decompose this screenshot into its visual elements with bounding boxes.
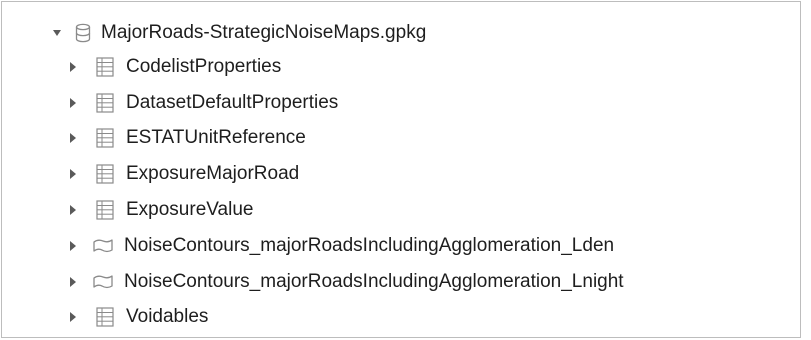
expand-arrow-right-icon[interactable] [68, 239, 78, 253]
tree-item-label: CodelistProperties [126, 55, 282, 77]
tree-item-label: DatasetDefaultProperties [126, 91, 339, 113]
expand-arrow-right-icon[interactable] [68, 275, 78, 289]
tree-item-label: ESTATUnitReference [126, 126, 306, 148]
tree-item-voidables[interactable]: Voidables [68, 300, 208, 333]
tree-item-label: ExposureValue [126, 198, 254, 220]
expand-arrow-right-icon[interactable] [68, 131, 78, 145]
tree-item-exposuremajorroad[interactable]: ExposureMajorRoad [68, 157, 299, 190]
tree-item-noisecontours-lnight[interactable]: NoiseContours_majorRoadsIncludingAgglome… [68, 265, 624, 298]
expand-arrow-down-icon[interactable] [52, 26, 62, 40]
expand-arrow-right-icon[interactable] [68, 310, 78, 324]
expand-arrow-right-icon[interactable] [68, 203, 78, 217]
tree-item-label: ExposureMajorRoad [126, 162, 300, 184]
tree-item-label: MajorRoads-StrategicNoiseMaps.gpkg [101, 21, 427, 43]
database-icon [75, 23, 91, 43]
polygon-layer-icon [92, 274, 114, 290]
tree-item-label: Voidables [126, 305, 209, 327]
tree-item-exposurevalue[interactable]: ExposureValue [68, 193, 253, 226]
tree-item-label: NoiseContours_majorRoadsIncludingAgglome… [124, 270, 624, 292]
browser-tree-panel: MajorRoads-StrategicNoiseMaps.gpkg Codel… [1, 1, 801, 338]
table-icon [96, 56, 114, 77]
tree-item-noisecontours-lden[interactable]: NoiseContours_majorRoadsIncludingAgglome… [68, 229, 614, 262]
tree-item-label: NoiseContours_majorRoadsIncludingAgglome… [124, 234, 615, 256]
polygon-layer-icon [92, 238, 114, 254]
expand-arrow-right-icon[interactable] [68, 167, 78, 181]
expand-arrow-right-icon[interactable] [68, 60, 78, 74]
tree-item-estatunitreference[interactable]: ESTATUnitReference [68, 121, 306, 154]
tree-item-codelistproperties[interactable]: CodelistProperties [68, 50, 281, 83]
table-icon [96, 163, 114, 184]
tree-item-datasetdefaultproperties[interactable]: DatasetDefaultProperties [68, 86, 338, 119]
table-icon [96, 306, 114, 327]
expand-arrow-right-icon[interactable] [68, 96, 78, 110]
tree-item-geopackage[interactable]: MajorRoads-StrategicNoiseMaps.gpkg [52, 16, 426, 49]
table-icon [96, 199, 114, 220]
table-icon [96, 92, 114, 113]
table-icon [96, 127, 114, 148]
